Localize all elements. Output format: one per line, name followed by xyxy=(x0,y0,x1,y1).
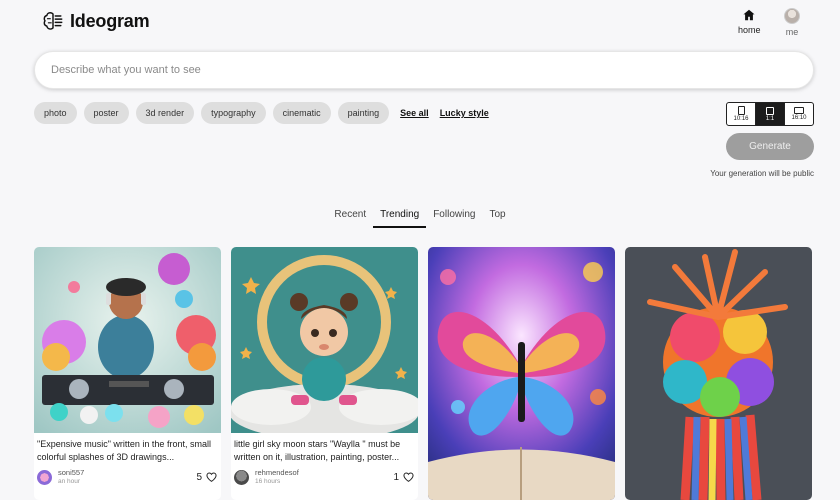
creator-info: soni557 an hour xyxy=(58,468,84,486)
image-card[interactable]: little girl sky moon stars "Waylla " mus… xyxy=(231,247,418,500)
image-card[interactable] xyxy=(428,247,615,500)
heart-icon[interactable] xyxy=(206,472,217,482)
card-image[interactable] xyxy=(231,247,418,433)
card-caption: little girl sky moon stars "Waylla " mus… xyxy=(234,439,401,462)
square-rect-icon xyxy=(766,106,774,115)
style-chips: photo poster 3d render typography cinema… xyxy=(34,102,489,124)
chip-poster[interactable]: poster xyxy=(83,102,129,124)
creator-info: rehmendesof 16 hours xyxy=(255,468,299,486)
creator-name[interactable]: soni557 xyxy=(58,468,84,477)
card-meta: rehmendesof 16 hours 1 xyxy=(231,464,418,486)
tab-recent[interactable]: Recent xyxy=(327,209,373,228)
tab-top[interactable]: Top xyxy=(482,209,512,228)
card-caption: "Expensive music" written in the front, … xyxy=(37,439,211,462)
image-card[interactable] xyxy=(625,247,812,500)
top-bar: Ideogram home me xyxy=(0,0,840,46)
feed-tabs: Recent Trending Following Top xyxy=(0,209,840,228)
image-feed: "Expensive music" written in the front, … xyxy=(34,247,812,500)
like-control[interactable]: 5 xyxy=(196,472,217,483)
creator-name[interactable]: rehmendesof xyxy=(255,468,299,477)
post-time: an hour xyxy=(58,478,81,485)
aspect-label: 1:1 xyxy=(765,115,775,122)
aspect-option-square[interactable]: 1:1 xyxy=(756,103,785,125)
landscape-rect-icon xyxy=(794,107,804,114)
logo[interactable]: Ideogram xyxy=(42,10,150,32)
aspect-option-landscape[interactable]: 16:10 xyxy=(785,103,813,125)
generate-button[interactable]: Generate xyxy=(726,133,814,160)
heart-icon[interactable] xyxy=(403,472,414,482)
card-image[interactable] xyxy=(34,247,221,433)
portrait-rect-icon xyxy=(737,106,745,115)
chip-photo[interactable]: photo xyxy=(34,102,77,124)
brain-logo-icon xyxy=(43,12,63,30)
home-icon xyxy=(743,9,755,21)
aspect-label: 16:10 xyxy=(791,115,807,121)
nav-home[interactable]: home xyxy=(738,8,761,35)
post-time: 16 hours xyxy=(255,478,281,485)
card-image[interactable] xyxy=(428,247,615,500)
creator-avatar[interactable] xyxy=(37,469,52,485)
brand-name: Ideogram xyxy=(70,10,150,31)
user-avatar xyxy=(784,8,800,24)
nav-me[interactable]: me xyxy=(784,8,800,37)
card-meta: soni557 an hour 5 xyxy=(34,464,221,486)
see-all-link[interactable]: See all xyxy=(400,108,429,118)
nav-home-label: home xyxy=(738,25,761,35)
nav-me-label: me xyxy=(785,27,799,37)
aspect-option-portrait[interactable]: 10:16 xyxy=(727,103,756,125)
chip-cinematic[interactable]: cinematic xyxy=(272,102,331,124)
prompt-input[interactable] xyxy=(35,52,813,88)
chip-typography[interactable]: typography xyxy=(201,102,266,124)
chip-painting[interactable]: painting xyxy=(337,102,390,124)
image-card[interactable]: "Expensive music" written in the front, … xyxy=(34,247,221,500)
aspect-label: 10:16 xyxy=(733,116,749,122)
chip-3d-render[interactable]: 3d render xyxy=(135,102,195,124)
public-note: Your generation will be public xyxy=(710,169,814,178)
prompt-box xyxy=(34,51,814,89)
like-control[interactable]: 1 xyxy=(393,472,414,483)
tab-following[interactable]: Following xyxy=(426,209,482,228)
aspect-ratio-selector: 10:16 1:1 16:10 xyxy=(726,102,814,126)
creator-avatar[interactable] xyxy=(234,469,249,485)
like-count: 1 xyxy=(393,471,399,483)
card-image[interactable] xyxy=(625,247,812,500)
like-count: 5 xyxy=(196,471,202,483)
lucky-style-link[interactable]: Lucky style xyxy=(440,108,489,118)
tab-trending[interactable]: Trending xyxy=(373,209,427,228)
